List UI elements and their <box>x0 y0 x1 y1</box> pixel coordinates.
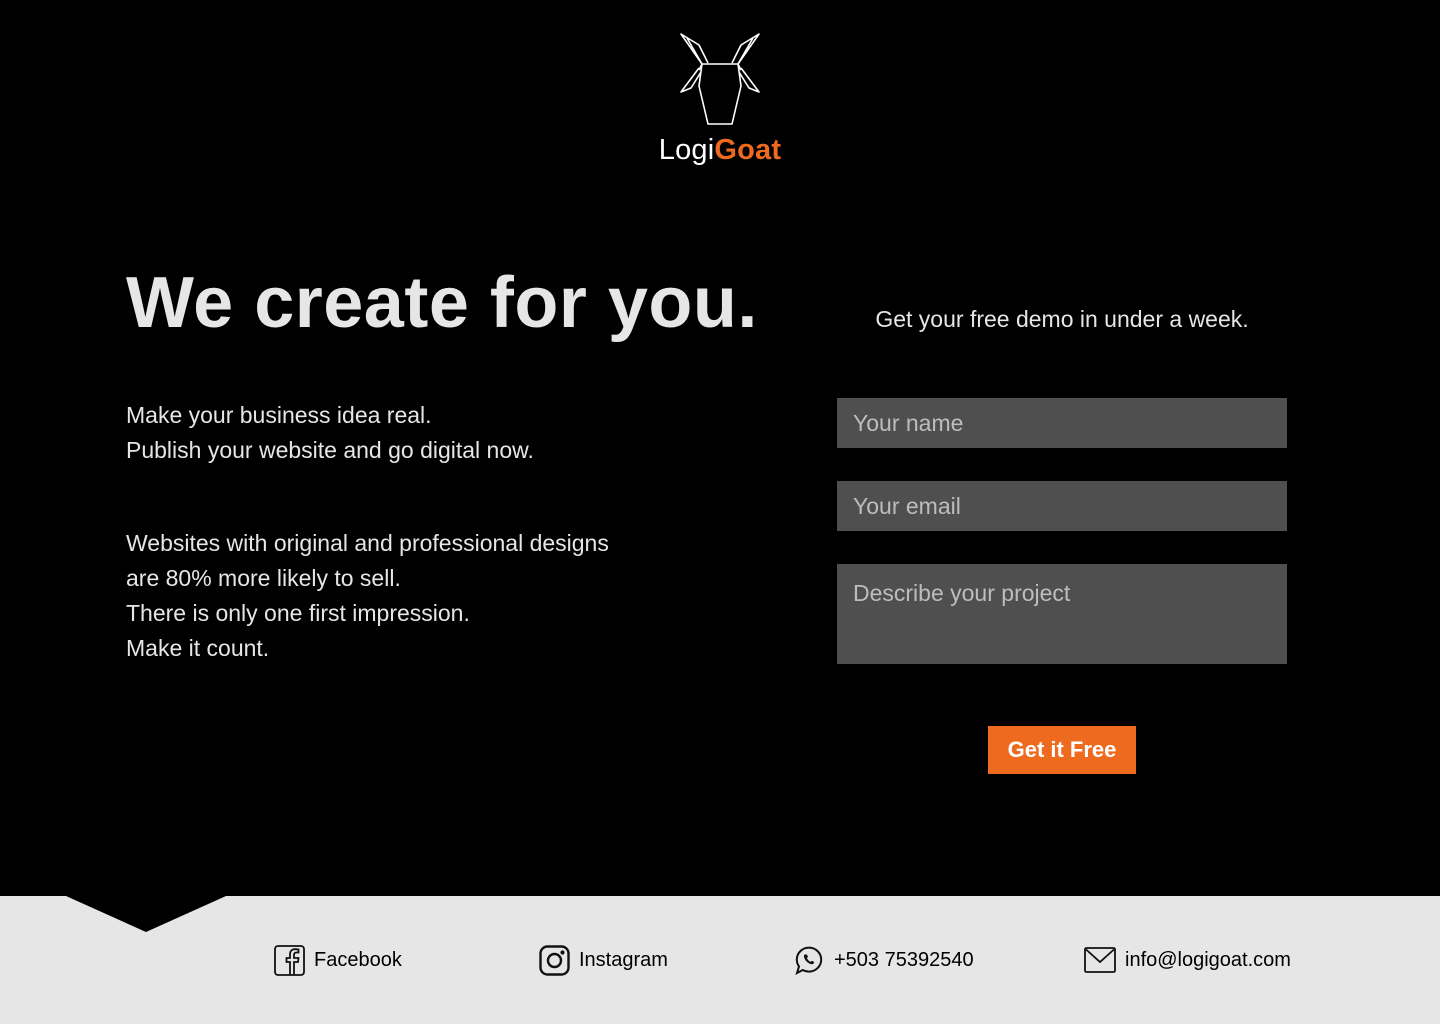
intro-line: Make your business idea real. <box>126 402 432 428</box>
get-it-free-button[interactable]: Get it Free <box>988 726 1136 774</box>
footer-link-label: Facebook <box>314 948 402 971</box>
hero-intro: Make your business idea real. Publish yo… <box>126 398 534 468</box>
name-input[interactable] <box>837 398 1287 448</box>
instagram-icon <box>539 944 570 976</box>
footer-notch-decoration <box>66 896 226 932</box>
goat-logo-icon <box>680 33 760 125</box>
project-description-input[interactable] <box>837 564 1287 664</box>
footer-link-facebook[interactable]: Facebook <box>273 943 402 977</box>
whatsapp-icon <box>795 946 823 975</box>
intro-line: Publish your website and go digital now. <box>126 437 534 463</box>
footer-link-label: Instagram <box>579 948 668 971</box>
body-line: Make it count. <box>126 635 270 661</box>
brand-logo[interactable]: LogiGoat <box>620 30 820 167</box>
mail-icon <box>1084 947 1116 973</box>
footer-link-label: +503 75392540 <box>834 948 974 971</box>
footer: Facebook Instagram +503 75392540 info@lo… <box>0 896 1440 1024</box>
body-line: There is only one first impression. <box>126 600 470 626</box>
body-line: are 80% more likely to sell. <box>126 565 401 591</box>
footer-link-whatsapp[interactable]: +503 75392540 <box>792 943 974 977</box>
hero-body: Websites with original and professional … <box>126 526 609 666</box>
body-line: Websites with original and professional … <box>126 530 609 556</box>
footer-link-label: info@logigoat.com <box>1125 948 1291 971</box>
brand-wordmark: LogiGoat <box>658 134 782 166</box>
email-input[interactable] <box>837 481 1287 531</box>
footer-link-email[interactable]: info@logigoat.com <box>1083 943 1291 977</box>
hero-headline: We create for you. <box>126 263 758 343</box>
facebook-icon <box>274 944 305 976</box>
footer-link-instagram[interactable]: Instagram <box>538 943 668 977</box>
form-title: Get your free demo in under a week. <box>875 306 1249 332</box>
